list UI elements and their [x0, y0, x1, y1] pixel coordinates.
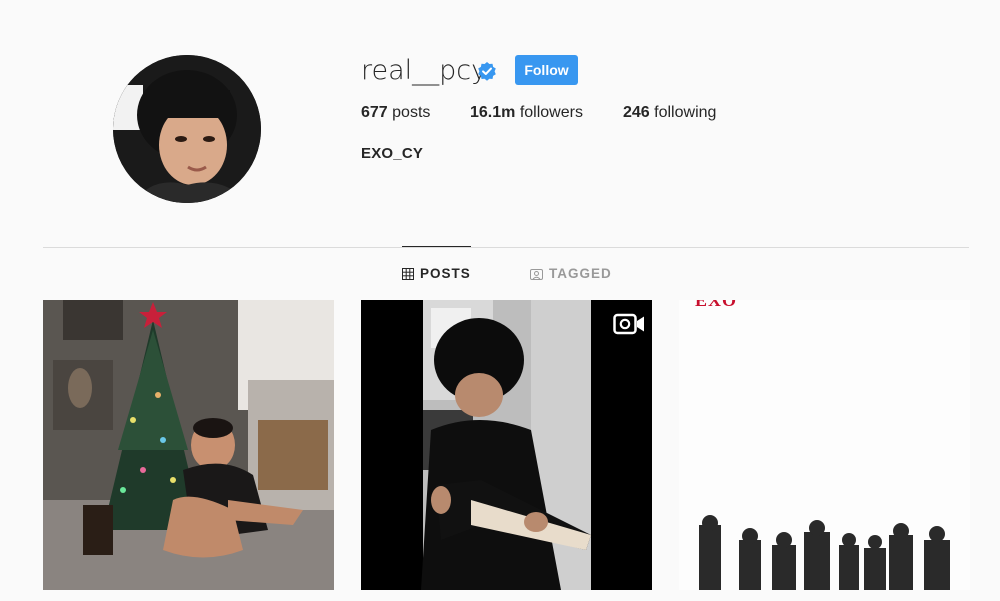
- tab-posts[interactable]: POSTS: [402, 266, 471, 281]
- posts-count: 677: [361, 104, 388, 121]
- username: real__pcy: [361, 55, 488, 86]
- post-caption-exo: EXO: [695, 300, 738, 310]
- following-stat[interactable]: 246 following: [623, 104, 716, 122]
- post-thumbnail[interactable]: [361, 300, 652, 590]
- video-camera-icon: [613, 313, 644, 335]
- posts-label: posts: [392, 104, 431, 121]
- followers-count: 16.1m: [470, 104, 516, 121]
- tabs-divider: [43, 247, 969, 248]
- posts-stat: 677 posts: [361, 104, 430, 122]
- following-count: 246: [623, 104, 650, 121]
- followers-label: followers: [519, 104, 583, 121]
- grid-icon: [402, 267, 414, 280]
- post-thumbnail[interactable]: [43, 300, 334, 590]
- post-thumbnail[interactable]: EXO: [679, 300, 970, 590]
- verified-badge-icon: [478, 62, 496, 81]
- tab-posts-label: POSTS: [420, 266, 471, 281]
- followers-stat[interactable]: 16.1m followers: [470, 104, 583, 122]
- following-label: following: [654, 104, 717, 121]
- tab-tagged-label: TAGGED: [549, 266, 612, 281]
- profile-avatar[interactable]: [113, 55, 261, 203]
- active-tab-indicator: [402, 246, 471, 247]
- tag-icon: [530, 268, 543, 280]
- tab-tagged[interactable]: TAGGED: [530, 266, 612, 281]
- full-name: EXO_CY: [361, 145, 424, 162]
- follow-button[interactable]: Follow: [515, 55, 578, 85]
